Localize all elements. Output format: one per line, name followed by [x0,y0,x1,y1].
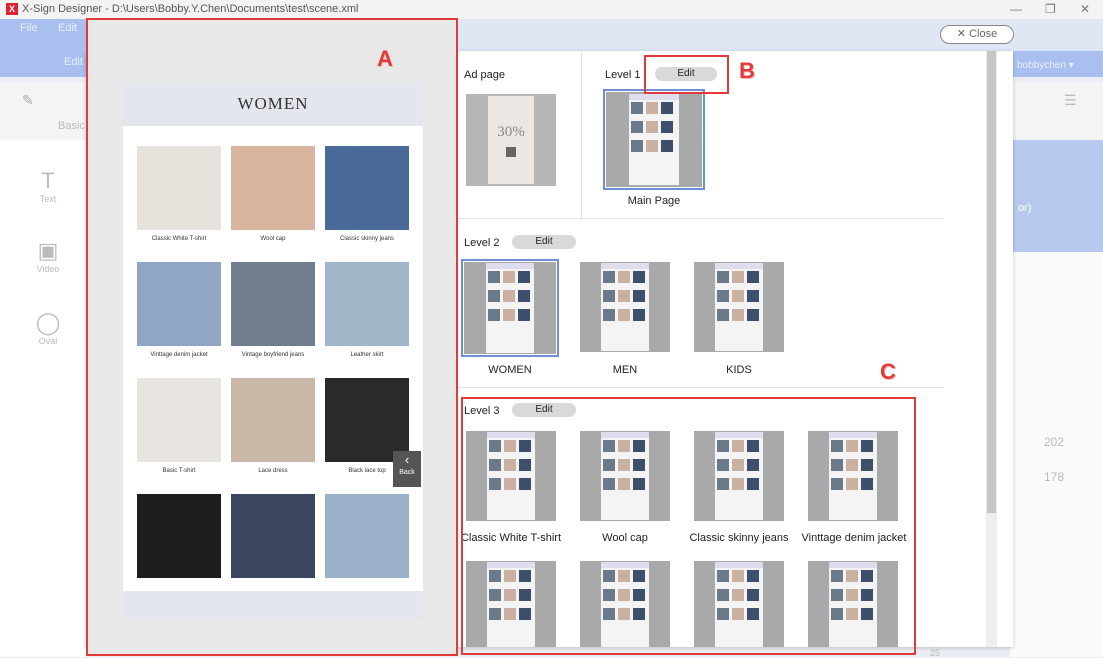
tool-oval[interactable]: ◯ Oval [28,310,68,346]
preview-product-card[interactable]: Classic skinny jeans [325,146,409,242]
preview-product-card[interactable]: Classic White T-shirt [137,146,221,242]
text-icon: T [41,168,55,193]
tool-text[interactable]: T Text [28,168,68,204]
level2-thumb-kids[interactable] [694,262,784,352]
scrollbar-thumb[interactable] [987,51,996,513]
window-title: X-Sign Designer - D:\Users\Bobby.Y.Chen\… [22,3,359,15]
preview-product-card[interactable] [231,494,315,584]
tool-video[interactable]: ▣ Video [28,238,68,274]
level1-label: Level 1 [605,69,641,81]
menu-file[interactable]: File [20,22,38,34]
phone-preview: WOMEN Classic White T-shirt Wool cap Class… [123,82,423,619]
level2-edit-button[interactable]: Edit [512,235,576,249]
chevron-left-icon: ‹ [404,452,410,467]
product-image [137,378,221,462]
level2-thumb-men[interactable] [580,262,670,352]
back-button[interactable]: ‹ Back [393,451,421,487]
properties-header: or) [1012,140,1103,252]
product-image [325,494,409,578]
product-image [137,262,221,346]
callout-c: C [880,359,896,384]
divider [444,218,944,219]
product-caption: Vinttage denim jacket [150,352,208,358]
product-image [231,494,315,578]
preview-product-card[interactable]: Wool cap [231,146,315,242]
main-page-thumbnail[interactable] [603,89,705,190]
preview-product-card[interactable] [325,494,409,584]
product-caption: Lace dress [258,468,288,474]
level2-caption-kids: KIDS [726,364,752,376]
preview-product-card[interactable]: Vinttage denim jacket [137,262,221,358]
menu-edit[interactable]: Edit [58,22,77,34]
product-caption: Vintage boyfriend jeans [241,352,305,358]
ad-discount-text: 30% [497,124,525,140]
spin-x[interactable]: 202 [1030,435,1100,457]
preview-product-card[interactable]: Leather skirt [325,262,409,358]
qr-code-icon [506,147,516,157]
product-image [231,378,315,462]
preview-product-card[interactable]: Basic T-shirt [137,378,221,474]
tool-video-label: Video [36,264,60,274]
main-page-caption: Main Page [627,195,681,207]
tool-oval-label: Oval [38,336,58,346]
divider [444,387,944,388]
divider [581,51,582,219]
annotation-box-b [644,55,729,94]
dialog-close-button[interactable]: ✕ Close [940,25,1014,44]
product-image [325,146,409,230]
preview-product-card[interactable]: Vintage boyfriend jeans [231,262,315,358]
toolbar-edit[interactable]: Edit [64,56,83,68]
product-caption: Classic White T-shirt [151,236,207,242]
level2-caption-women: WOMEN [488,364,532,376]
window-titlebar: X X-Sign Designer - D:\Users\Bobby.Y.Che… [0,0,1103,19]
preview-product-card[interactable] [137,494,221,584]
page-preview-panel: WOMEN Classic White T-shirt Wool cap Class… [86,18,458,656]
user-menu[interactable]: bobbychen ▾ [1017,60,1074,71]
product-image [231,146,315,230]
callout-a: A [377,46,393,71]
preview-product-card[interactable]: Lace dress [231,378,315,474]
product-caption: Wool cap [260,236,286,242]
level2-label: Level 2 [464,237,500,249]
ad-page-label: Ad page [464,69,505,81]
tab-basic[interactable]: Basic [58,120,85,132]
app-logo-icon: X [6,3,18,15]
preview-footer [123,591,423,619]
video-icon: ▣ [37,238,59,263]
spin-y[interactable]: 178 [1030,470,1100,492]
back-label: Back [399,469,415,476]
annotation-box-c [461,397,916,655]
product-image [137,494,221,578]
window-close-button[interactable]: ✕ [1080,2,1090,16]
tool-text-label: Text [39,194,57,204]
oval-icon: ◯ [35,310,61,335]
product-image [325,378,409,462]
properties-text: or) [1018,202,1032,214]
dialog-scrollbar[interactable] [986,51,997,647]
tool-palette: T Text ▣ Video ◯ Oval [0,140,86,657]
product-image [231,262,315,346]
restore-button[interactable]: ❐ [1045,2,1056,16]
product-caption: Classic skinny jeans [339,236,395,242]
minimize-button[interactable]: — [1010,2,1022,16]
product-image [137,146,221,230]
pen-icon: ✎ [22,92,34,108]
product-caption: Leather skirt [350,352,384,358]
callout-b: B [739,58,755,83]
preview-header: WOMEN [123,82,423,126]
product-caption: Basic T-shirt [162,468,196,474]
align-icon: ☰ [1064,92,1077,108]
ad-page-thumbnail[interactable]: 30% [466,94,556,186]
level2-thumb-women[interactable] [461,259,559,357]
product-image [325,262,409,346]
level2-caption-men: MEN [612,364,638,376]
